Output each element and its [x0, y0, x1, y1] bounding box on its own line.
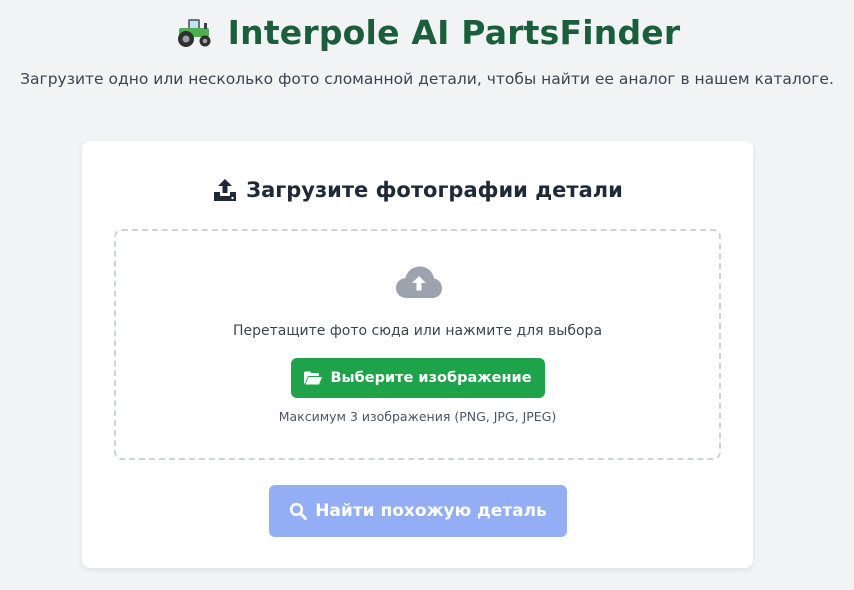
- folder-open-icon: [304, 371, 323, 385]
- find-similar-part-button[interactable]: Найти похожую деталь: [269, 485, 567, 537]
- search-icon: [290, 502, 308, 520]
- choose-image-label: Выберите изображение: [330, 370, 532, 386]
- cloud-upload-icon: [396, 266, 442, 298]
- title-row: Interpole AI PartsFinder: [0, 10, 854, 54]
- choose-image-button[interactable]: Выберите изображение: [291, 358, 545, 398]
- page-header: Interpole AI PartsFinder Загрузите одно …: [0, 10, 854, 89]
- dropzone-instruction: Перетащите фото сюда или нажмите для выб…: [232, 323, 603, 339]
- tractor-icon: [177, 19, 211, 47]
- find-similar-part-label: Найти похожую деталь: [315, 501, 547, 521]
- upload-card-title: Загрузите фотографии детали: [246, 178, 623, 202]
- upload-card-heading: Загрузите фотографии детали: [82, 177, 753, 203]
- upload-card: Загрузите фотографии детали Перетащите ф…: [82, 141, 753, 568]
- page-subtitle: Загрузите одно или несколько фото сломан…: [20, 70, 834, 88]
- upload-icon: [214, 179, 237, 201]
- upload-limit-note: Максимум 3 изображения (PNG, JPG, JPEG): [278, 409, 557, 424]
- page-title: Interpole AI PartsFinder: [227, 12, 681, 52]
- image-dropzone[interactable]: Перетащите фото сюда или нажмите для выб…: [114, 229, 721, 460]
